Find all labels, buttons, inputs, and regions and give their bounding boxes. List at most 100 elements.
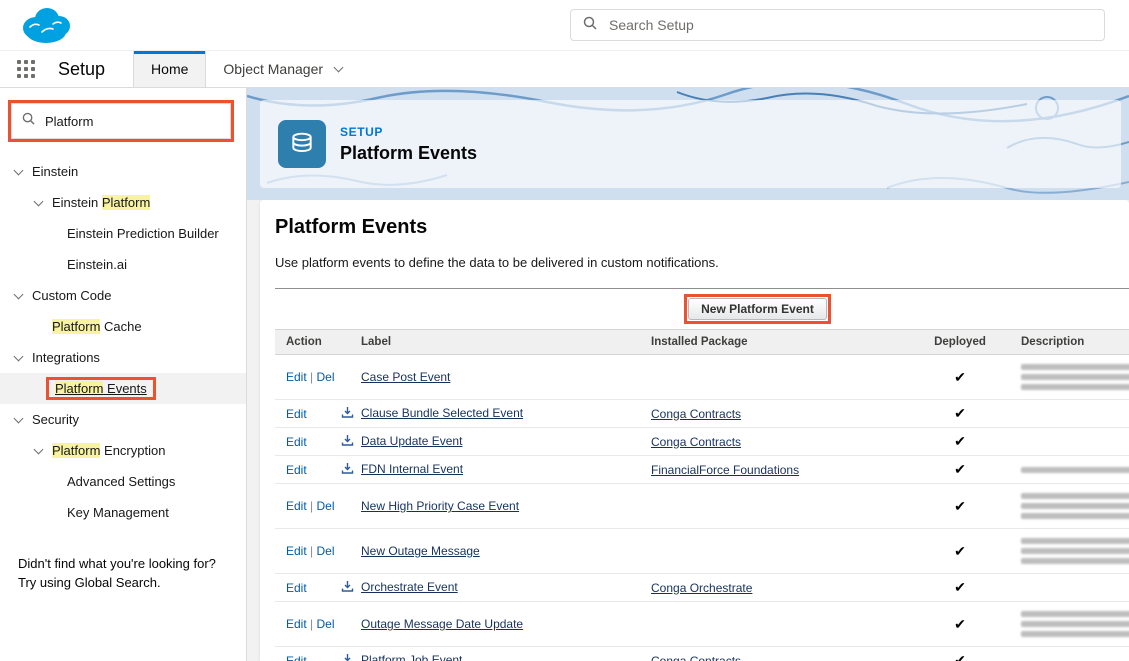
sidebar-item-platform-events[interactable]: Platform Events: [0, 373, 246, 404]
event-label-link[interactable]: New High Priority Case Event: [361, 499, 519, 513]
description-cell: [1010, 529, 1129, 574]
edit-link[interactable]: Edit: [286, 617, 307, 631]
section-title: Platform Events: [275, 216, 1129, 239]
sidebar-item-einstein-prediction-builder[interactable]: Einstein Prediction Builder: [0, 218, 246, 249]
event-label-link[interactable]: Outage Message Date Update: [361, 617, 523, 631]
search-term-highlight: Platform: [102, 195, 150, 210]
app-launcher-icon[interactable]: [6, 51, 46, 87]
events-list: New Platform Event Action Label Installe…: [275, 288, 1129, 661]
edit-link[interactable]: Edit: [286, 544, 307, 558]
table-row: EditOrchestrate EventConga Orchestrate✔: [275, 574, 1129, 602]
sidebar-item-platform-cache[interactable]: Platform Cache: [0, 311, 246, 342]
chevron-down-icon[interactable]: [12, 165, 26, 179]
redacted-text: [1021, 503, 1129, 509]
chevron-down-icon[interactable]: [32, 196, 46, 210]
description-cell: [1010, 355, 1129, 400]
search-term-highlight: Platform: [52, 319, 100, 334]
description-cell: [1010, 602, 1129, 647]
package-install-icon: [341, 434, 354, 450]
del-link[interactable]: Del: [316, 370, 334, 384]
sidebar-item-einstein-ai[interactable]: Einstein.ai: [0, 249, 246, 280]
sidebar-item-einstein[interactable]: Einstein: [0, 156, 246, 187]
chevron-down-icon[interactable]: [12, 351, 26, 365]
global-search-box[interactable]: [570, 9, 1105, 41]
new-platform-event-button[interactable]: New Platform Event: [688, 298, 827, 320]
platform-events-icon: [278, 120, 326, 168]
search-icon: [583, 16, 597, 35]
sidebar-item-label: Integrations: [32, 350, 100, 365]
column-header-label: Label: [350, 330, 640, 355]
package-install-icon: [341, 462, 354, 478]
table-row: Edit | DelNew High Priority Case Event✔: [275, 484, 1129, 529]
redacted-text: [1021, 621, 1129, 627]
del-link[interactable]: Del: [316, 499, 334, 513]
description-cell: [1010, 484, 1129, 529]
sidebar-item-einstein-platform[interactable]: Einstein Platform: [0, 187, 246, 218]
edit-link[interactable]: Edit: [286, 581, 307, 595]
platform-events-card: Platform Events Use platform events to d…: [260, 200, 1129, 661]
sidebar-item-advanced-settings[interactable]: Advanced Settings: [0, 466, 246, 497]
setup-eyebrow: SETUP: [340, 125, 477, 139]
deployed-check-icon: ✔: [954, 433, 966, 449]
table-row: Edit Data Update Event Conga Contracts ✔: [275, 428, 1129, 456]
sidebar-item-label: Einstein Prediction Builder: [67, 226, 219, 241]
description-cell: [1010, 400, 1129, 428]
section-description: Use platform events to define the data t…: [275, 255, 1129, 270]
edit-link[interactable]: Edit: [286, 435, 307, 449]
sidebar-item-label: Custom Code: [32, 288, 111, 303]
chevron-down-icon[interactable]: [12, 413, 26, 427]
sidebar-item-custom-code[interactable]: Custom Code: [0, 280, 246, 311]
deployed-check-icon: ✔: [954, 616, 966, 632]
global-search-input[interactable]: [607, 16, 1092, 34]
deployed-check-icon: ✔: [954, 543, 966, 559]
redacted-text: [1021, 513, 1129, 519]
setup-nav-bar: Setup Home Object Manager: [0, 50, 1129, 88]
sidebar-item-key-management[interactable]: Key Management: [0, 497, 246, 528]
package-link[interactable]: Conga Orchestrate: [651, 581, 752, 595]
sidebar-item-platform-encryption[interactable]: Platform Encryption: [0, 435, 246, 466]
column-header-deployed: Deployed: [910, 330, 1010, 355]
edit-link[interactable]: Edit: [286, 407, 307, 421]
chevron-down-icon[interactable]: [12, 289, 26, 303]
edit-link[interactable]: Edit: [286, 370, 307, 384]
package-link[interactable]: Conga Contracts: [651, 654, 741, 661]
table-row: Edit FDN Internal Event FinancialForce Fou…: [275, 456, 1129, 484]
search-term-highlight: Platform: [55, 381, 103, 396]
sidebar-footer-text: Didn't find what you're looking for? Try…: [18, 554, 228, 592]
deployed-check-icon: ✔: [954, 652, 966, 661]
redacted-text: [1021, 384, 1129, 390]
event-label-link[interactable]: Platform Job Event: [361, 653, 462, 661]
redacted-text: [1021, 538, 1129, 544]
del-link[interactable]: Del: [316, 544, 334, 558]
setup-sidebar: EinsteinEinstein Platform Einstein Predic…: [0, 88, 247, 661]
event-label-link[interactable]: Clause Bundle Selected Event: [361, 406, 523, 420]
package-link[interactable]: Conga Contracts: [651, 407, 741, 421]
edit-link[interactable]: Edit: [286, 654, 307, 661]
sidebar-item-label: Platform Events: [46, 377, 156, 400]
column-header-installed-package: Installed Package: [640, 330, 910, 355]
event-label-link[interactable]: Case Post Event: [361, 370, 450, 384]
table-row: Edit | DelCase Post Event✔: [275, 355, 1129, 400]
sidebar-item-label: Einstein.ai: [67, 257, 127, 272]
tab-object-manager[interactable]: Object Manager: [206, 51, 363, 87]
tab-home[interactable]: Home: [133, 51, 206, 87]
table-row: Edit | DelNew Outage Message✔: [275, 529, 1129, 574]
edit-link[interactable]: Edit: [286, 463, 307, 477]
event-label-link[interactable]: Data Update Event: [361, 434, 462, 448]
quickfind-input[interactable]: [43, 113, 223, 130]
sidebar-item-security[interactable]: Security: [0, 404, 246, 435]
sidebar-item-integrations[interactable]: Integrations: [0, 342, 246, 373]
event-label-link[interactable]: New Outage Message: [361, 544, 480, 558]
package-link[interactable]: FinancialForce Foundations: [651, 463, 799, 477]
deployed-check-icon: ✔: [954, 405, 966, 421]
chevron-down-icon[interactable]: [32, 444, 46, 458]
event-label-link[interactable]: Orchestrate Event: [361, 580, 458, 594]
edit-link[interactable]: Edit: [286, 499, 307, 513]
redacted-text: [1021, 364, 1129, 370]
quickfind-box[interactable]: [11, 103, 231, 139]
event-label-link[interactable]: FDN Internal Event: [361, 462, 463, 476]
package-install-icon: [341, 580, 354, 596]
package-install-icon: [341, 653, 354, 661]
package-link[interactable]: Conga Contracts: [651, 435, 741, 449]
del-link[interactable]: Del: [316, 617, 334, 631]
